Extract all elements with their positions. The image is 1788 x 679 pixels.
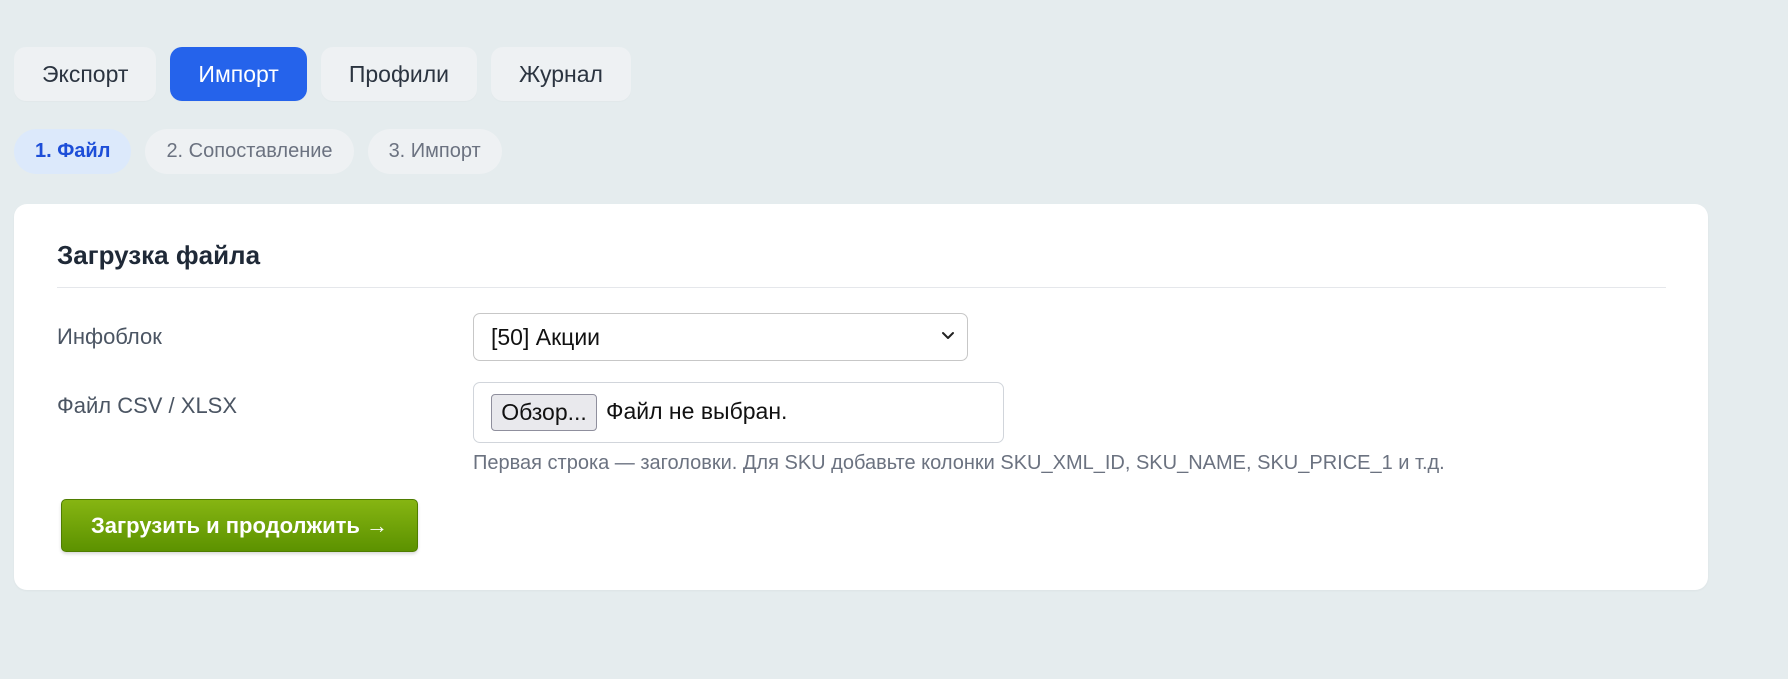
upload-card: Загрузка файла Инфоблок [50] Акции Файл … — [14, 204, 1708, 590]
tab-profiles[interactable]: Профили — [320, 47, 477, 101]
card-divider — [57, 287, 1666, 288]
tab-log[interactable]: Журнал — [491, 47, 631, 101]
file-label: Файл CSV / XLSX — [57, 393, 238, 418]
step-import[interactable]: 3. Импорт — [367, 129, 502, 174]
tab-import[interactable]: Импорт — [170, 47, 307, 101]
file-status: Файл не выбран. — [606, 398, 788, 424]
iblock-label: Инфоблок — [57, 324, 162, 349]
tab-export[interactable]: Экспорт — [14, 47, 157, 101]
import-steps: 1. Файл 2. Сопоставление 3. Импорт — [14, 129, 502, 174]
browse-button[interactable]: Обзор... — [491, 394, 597, 431]
iblock-select[interactable]: [50] Акции — [473, 313, 968, 361]
file-input[interactable]: Обзор... Файл не выбран. — [473, 382, 1004, 443]
chevron-down-icon — [942, 332, 954, 339]
step-mapping[interactable]: 2. Сопоставление — [145, 129, 354, 174]
iblock-selected-value: [50] Акции — [491, 323, 601, 350]
upload-continue-button[interactable]: Загрузить и продолжить → — [61, 499, 418, 552]
main-tabs: Экспорт Импорт Профили Журнал — [14, 47, 631, 101]
file-hint: Первая строка — заголовки. Для SKU добав… — [473, 452, 1445, 474]
card-title: Загрузка файла — [57, 240, 261, 270]
step-file[interactable]: 1. Файл — [14, 129, 132, 174]
